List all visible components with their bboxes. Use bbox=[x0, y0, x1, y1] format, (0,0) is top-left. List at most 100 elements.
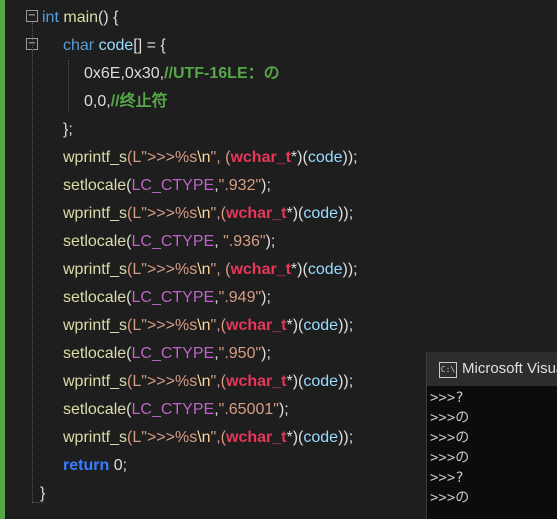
console-output-line: >>>の bbox=[430, 410, 470, 426]
string-literal: ".936" bbox=[223, 233, 266, 250]
indent-guide bbox=[32, 50, 33, 134]
code-line-setlocale[interactable]: setlocale(LC_CTYPE,".949"); bbox=[63, 284, 271, 312]
string-literal: ".949" bbox=[218, 289, 262, 306]
function-name: wprintf_s bbox=[63, 317, 128, 334]
string-literal: ".65001" bbox=[218, 401, 279, 418]
code-text: )); bbox=[338, 317, 354, 334]
code-line[interactable]: 0x6E,0x30,//UTF-16LE：の bbox=[84, 60, 280, 88]
function-name: main bbox=[63, 9, 99, 26]
variable: code bbox=[307, 149, 343, 166]
code-text: )); bbox=[338, 205, 354, 222]
type-name: wchar_t bbox=[230, 261, 291, 278]
code-line-wprintf[interactable]: wprintf_s(L">>>%s\n",(wchar_t*)(code)); bbox=[63, 368, 353, 396]
code-line[interactable]: } bbox=[40, 480, 45, 508]
code-line-wprintf[interactable]: wprintf_s(L">>>%s\n", (wchar_t*)(code)); bbox=[63, 144, 358, 172]
format-string: ",( bbox=[210, 373, 226, 390]
variable: code bbox=[303, 373, 339, 390]
escape-sequence: \n bbox=[197, 149, 211, 166]
variable: code bbox=[98, 37, 134, 54]
code-line-return[interactable]: return 0; bbox=[63, 452, 127, 480]
code-text: *)( bbox=[286, 373, 304, 390]
code-line-wprintf[interactable]: wprintf_s(L">>>%s\n",(wchar_t*)(code)); bbox=[63, 312, 353, 340]
function-name: setlocale bbox=[63, 289, 127, 306]
console-icon: C:\ bbox=[439, 362, 457, 378]
format-string: (L">>>%s bbox=[127, 317, 198, 334]
function-name: wprintf_s bbox=[63, 261, 128, 278]
macro: LC_CTYPE bbox=[131, 177, 215, 194]
code-text: *)( bbox=[286, 317, 304, 334]
code-text: ); bbox=[265, 233, 276, 250]
function-name: setlocale bbox=[63, 233, 127, 250]
macro: LC_CTYPE bbox=[131, 233, 215, 250]
format-string: ",( bbox=[210, 205, 226, 222]
number-literal: 0x6E,0x30, bbox=[84, 65, 165, 82]
code-text: ); bbox=[261, 289, 271, 306]
code-line[interactable]: 0,0,//终止符 bbox=[84, 88, 168, 116]
code-text: ); bbox=[278, 401, 289, 418]
code-line-setlocale[interactable]: setlocale(LC_CTYPE, ".936"); bbox=[63, 228, 275, 256]
code-text: () { bbox=[98, 9, 119, 26]
type-name: wchar_t bbox=[226, 429, 287, 446]
string-literal: ".950" bbox=[218, 345, 262, 362]
type-name: wchar_t bbox=[230, 149, 291, 166]
console-output-line: >>>? bbox=[430, 390, 464, 406]
function-name: wprintf_s bbox=[63, 429, 128, 446]
format-string: (L">>>%s bbox=[127, 149, 198, 166]
code-line-wprintf[interactable]: wprintf_s(L">>>%s\n",(wchar_t*)(code)); bbox=[63, 424, 353, 452]
console-output-line: >>>? bbox=[430, 470, 464, 486]
code-text: )); bbox=[338, 429, 354, 446]
keyword: return bbox=[63, 457, 110, 474]
code-line[interactable]: char code[] = { bbox=[63, 32, 166, 60]
code-line[interactable]: }; bbox=[63, 116, 73, 144]
macro: LC_CTYPE bbox=[131, 345, 215, 362]
macro: LC_CTYPE bbox=[131, 289, 215, 306]
code-line-setlocale[interactable]: setlocale(LC_CTYPE,".65001"); bbox=[63, 396, 289, 424]
macro: LC_CTYPE bbox=[131, 401, 215, 418]
escape-sequence: \n bbox=[197, 373, 211, 390]
function-name: wprintf_s bbox=[63, 373, 128, 390]
code-line-setlocale[interactable]: setlocale(LC_CTYPE,".950"); bbox=[63, 340, 271, 368]
console-title: Microsoft Visual Studio Debug Console bbox=[462, 360, 557, 377]
code-line-wprintf[interactable]: wprintf_s(L">>>%s\n",(wchar_t*)(code)); bbox=[63, 200, 353, 228]
string-literal: ".932" bbox=[218, 177, 262, 194]
type-name: wchar_t bbox=[226, 205, 287, 222]
code-text: )); bbox=[342, 261, 358, 278]
indent-guide bbox=[68, 60, 69, 112]
debug-console-window[interactable]: C:\ Microsoft Visual Studio Debug Consol… bbox=[426, 352, 557, 519]
escape-sequence: \n bbox=[197, 429, 211, 446]
variable: code bbox=[303, 205, 339, 222]
variable: code bbox=[303, 317, 339, 334]
function-name: setlocale bbox=[63, 345, 127, 362]
format-string: (L">>>%s bbox=[127, 373, 198, 390]
format-string: ", ( bbox=[210, 149, 231, 166]
code-text: }; bbox=[63, 121, 73, 138]
type-name: wchar_t bbox=[226, 373, 287, 390]
code-text: )); bbox=[342, 149, 358, 166]
code-line[interactable]: int main() { bbox=[42, 4, 119, 32]
code-text: ); bbox=[261, 177, 271, 194]
code-line-wprintf[interactable]: wprintf_s(L">>>%s\n", (wchar_t*)(code)); bbox=[63, 256, 358, 284]
keyword: char bbox=[63, 37, 95, 54]
console-output-line: >>>の bbox=[430, 490, 470, 506]
code-text: *)( bbox=[286, 429, 304, 446]
type-name: wchar_t bbox=[226, 317, 287, 334]
collapse-icon[interactable]: − bbox=[26, 10, 38, 22]
escape-sequence: \n bbox=[197, 317, 211, 334]
comment: //UTF-16LE：の bbox=[164, 65, 280, 82]
format-string: ",( bbox=[210, 429, 226, 446]
variable: code bbox=[307, 261, 343, 278]
variable: code bbox=[303, 429, 339, 446]
format-string: (L">>>%s bbox=[127, 429, 198, 446]
format-string: ", ( bbox=[210, 261, 231, 278]
console-output-line: >>>の bbox=[430, 450, 470, 466]
format-string: ",( bbox=[210, 317, 226, 334]
format-string: (L">>>%s bbox=[127, 261, 198, 278]
code-text: , bbox=[214, 233, 224, 250]
escape-sequence: \n bbox=[197, 205, 211, 222]
function-name: wprintf_s bbox=[63, 149, 128, 166]
keyword: int bbox=[42, 9, 59, 26]
function-name: wprintf_s bbox=[63, 205, 128, 222]
code-line-setlocale[interactable]: setlocale(LC_CTYPE,".932"); bbox=[63, 172, 271, 200]
change-margin-bar bbox=[0, 0, 5, 519]
console-title-bar[interactable]: C:\ Microsoft Visual Studio Debug Consol… bbox=[427, 352, 557, 386]
